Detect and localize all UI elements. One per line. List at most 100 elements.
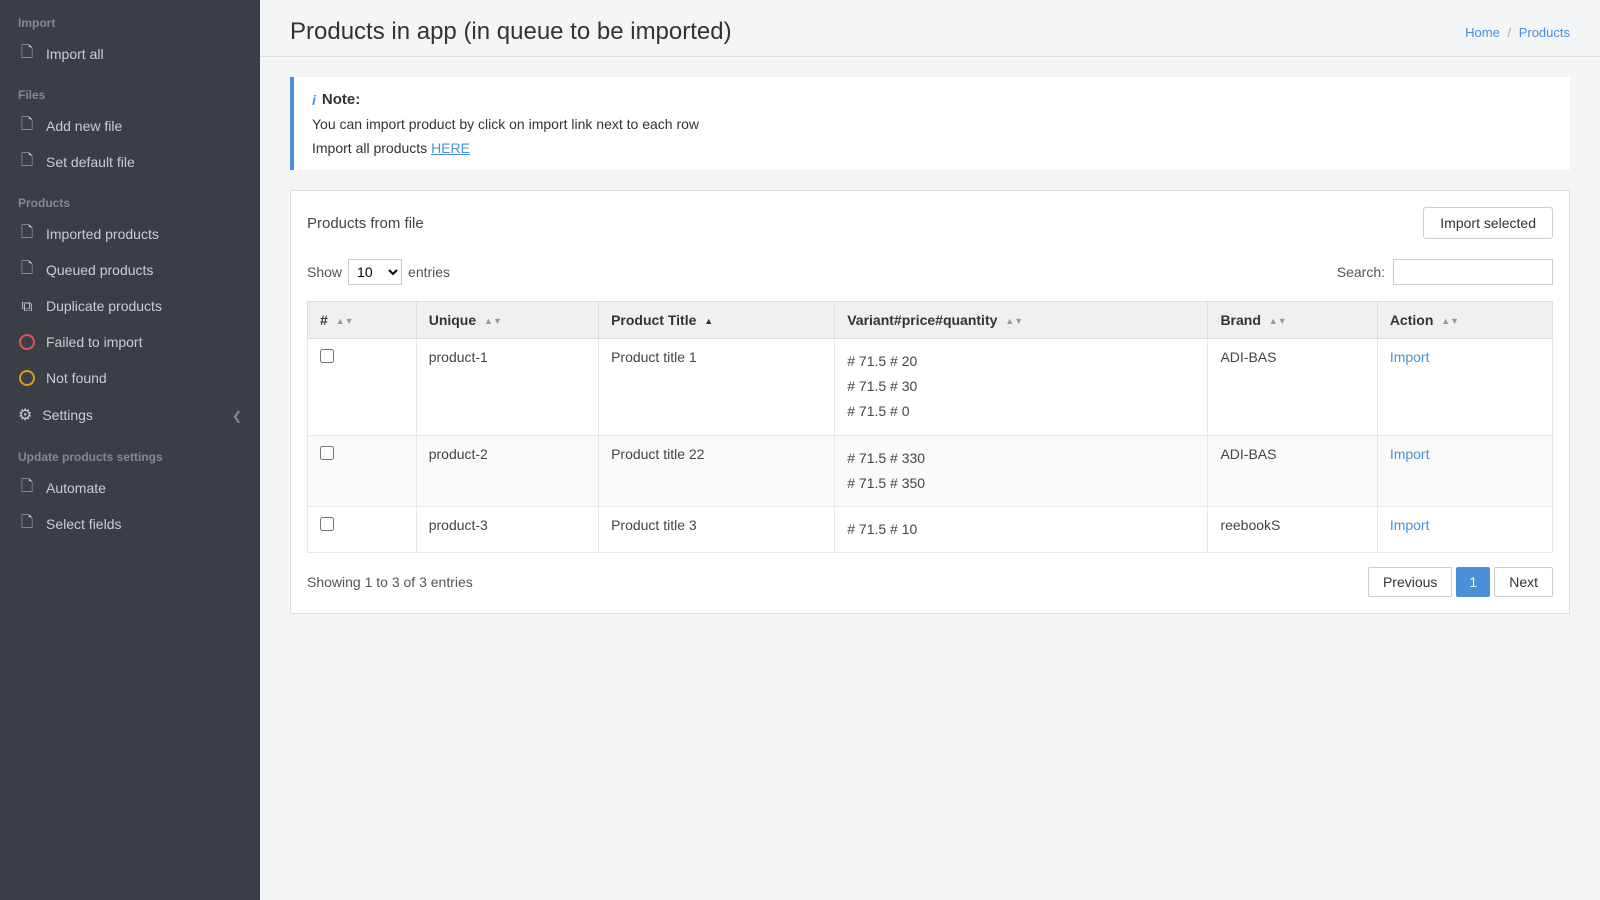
- col-brand: Brand ▲▼: [1208, 302, 1377, 339]
- gear-icon: [18, 405, 32, 425]
- table-row: product-2Product title 22# 71.5 # 330# 7…: [308, 435, 1553, 506]
- row-unique: product-2: [416, 435, 598, 506]
- breadcrumb-home[interactable]: Home: [1465, 25, 1500, 40]
- row-unique: product-3: [416, 506, 598, 552]
- note-line2: Import all products HERE: [312, 140, 1552, 156]
- page-header: Products in app (in queue to be imported…: [260, 0, 1600, 57]
- row-checkbox-cell: [308, 435, 417, 506]
- doc-icon: [18, 261, 36, 279]
- show-entries: Show 10 25 50 100 entries: [307, 259, 450, 285]
- col-unique: Unique ▲▼: [416, 302, 598, 339]
- sidebar-item-settings[interactable]: Settings: [0, 396, 260, 434]
- doc-icon: [18, 117, 36, 135]
- breadcrumb-separator: /: [1507, 25, 1511, 40]
- current-page[interactable]: 1: [1456, 567, 1490, 597]
- row-brand: ADI-BAS: [1208, 339, 1377, 436]
- note-box: i Note: You can import product by click …: [290, 77, 1570, 170]
- breadcrumb: Home / Products: [1465, 25, 1570, 40]
- sidebar-section-import: Import: [0, 0, 260, 36]
- sort-icon-variant[interactable]: ▲▼: [1005, 317, 1023, 326]
- breadcrumb-products[interactable]: Products: [1519, 25, 1570, 40]
- info-icon: i: [312, 92, 316, 108]
- sidebar-item-queued-products-label: Queued products: [46, 262, 153, 278]
- row-variant: # 71.5 # 20# 71.5 # 30# 71.5 # 0: [835, 339, 1208, 436]
- sidebar-item-select-fields[interactable]: Select fields: [0, 506, 260, 542]
- sidebar-item-set-default-file-label: Set default file: [46, 154, 135, 170]
- note-line2-prefix: Import all products: [312, 140, 431, 156]
- row-variant: # 71.5 # 330# 71.5 # 350: [835, 435, 1208, 506]
- import-link[interactable]: Import: [1390, 446, 1430, 462]
- sidebar-item-duplicate-products-label: Duplicate products: [46, 298, 162, 314]
- table-footer: Showing 1 to 3 of 3 entries Previous 1 N…: [307, 567, 1553, 597]
- entries-label: entries: [408, 264, 450, 280]
- col-variant: Variant#price#quantity ▲▼: [835, 302, 1208, 339]
- row-checkbox-cell: [308, 339, 417, 436]
- sort-icon-product-title[interactable]: ▲: [704, 317, 713, 326]
- sidebar-item-not-found-label: Not found: [46, 370, 107, 386]
- row-checkbox[interactable]: [320, 517, 334, 531]
- sidebar-item-select-fields-label: Select fields: [46, 516, 121, 532]
- sidebar-item-failed-to-import[interactable]: Failed to import: [0, 324, 260, 360]
- products-section-header: Products from file Import selected: [307, 207, 1553, 239]
- page-title: Products in app (in queue to be imported…: [290, 18, 732, 46]
- note-here-link[interactable]: HERE: [431, 140, 470, 156]
- doc-copy-icon: ⧉: [18, 297, 36, 315]
- sidebar-item-imported-products-label: Imported products: [46, 226, 159, 242]
- main-content: Products in app (in queue to be imported…: [260, 0, 1600, 900]
- table-body: product-1Product title 1# 71.5 # 20# 71.…: [308, 339, 1553, 553]
- table-row: product-1Product title 1# 71.5 # 20# 71.…: [308, 339, 1553, 436]
- previous-button[interactable]: Previous: [1368, 567, 1452, 597]
- row-variant: # 71.5 # 10: [835, 506, 1208, 552]
- col-product-title: Product Title ▲: [599, 302, 835, 339]
- table-header: # ▲▼ Unique ▲▼ Product Title ▲ Variant: [308, 302, 1553, 339]
- sidebar-item-set-default-file[interactable]: Set default file: [0, 144, 260, 180]
- row-product-title: Product title 22: [599, 435, 835, 506]
- search-input[interactable]: [1393, 259, 1553, 285]
- doc-icon: [18, 45, 36, 63]
- col-action: Action ▲▼: [1377, 302, 1552, 339]
- pagination: Previous 1 Next: [1368, 567, 1553, 597]
- sidebar-item-import-all[interactable]: Import all: [0, 36, 260, 72]
- sidebar-item-automate-label: Automate: [46, 480, 106, 496]
- show-label: Show: [307, 264, 342, 280]
- row-product-title: Product title 1: [599, 339, 835, 436]
- note-line1: You can import product by click on impor…: [312, 116, 1552, 132]
- row-product-title: Product title 3: [599, 506, 835, 552]
- sidebar-item-settings-label: Settings: [42, 407, 93, 423]
- sidebar-item-automate[interactable]: Automate: [0, 470, 260, 506]
- search-label: Search:: [1337, 264, 1385, 280]
- col-num: # ▲▼: [308, 302, 417, 339]
- sidebar-item-failed-to-import-label: Failed to import: [46, 334, 142, 350]
- products-table: # ▲▼ Unique ▲▼ Product Title ▲ Variant: [307, 301, 1553, 553]
- sidebar-item-not-found[interactable]: Not found: [0, 360, 260, 396]
- sidebar: Import Import all Files Add new file Set…: [0, 0, 260, 900]
- sidebar-item-imported-products[interactable]: Imported products: [0, 216, 260, 252]
- sidebar-item-add-new-file[interactable]: Add new file: [0, 108, 260, 144]
- import-selected-button[interactable]: Import selected: [1423, 207, 1553, 239]
- products-section-title: Products from file: [307, 215, 424, 232]
- row-brand: reebookS: [1208, 506, 1377, 552]
- sidebar-section-products: Products: [0, 180, 260, 216]
- sidebar-item-add-new-file-label: Add new file: [46, 118, 122, 134]
- row-checkbox[interactable]: [320, 349, 334, 363]
- row-checkbox-cell: [308, 506, 417, 552]
- sort-icon-brand[interactable]: ▲▼: [1269, 317, 1287, 326]
- circle-red-icon: [18, 333, 36, 351]
- note-title: i Note:: [312, 91, 1552, 108]
- row-checkbox[interactable]: [320, 446, 334, 460]
- import-link[interactable]: Import: [1390, 349, 1430, 365]
- sort-icon-num[interactable]: ▲▼: [336, 317, 354, 326]
- sort-icon-action[interactable]: ▲▼: [1441, 317, 1459, 326]
- entries-select[interactable]: 10 25 50 100: [348, 259, 402, 285]
- search-area: Search:: [1337, 259, 1553, 285]
- row-action: Import: [1377, 506, 1552, 552]
- products-section: Products from file Import selected Show …: [290, 190, 1570, 614]
- sidebar-item-import-all-label: Import all: [46, 46, 104, 62]
- row-action: Import: [1377, 435, 1552, 506]
- doc-icon: [18, 225, 36, 243]
- next-button[interactable]: Next: [1494, 567, 1553, 597]
- sidebar-item-queued-products[interactable]: Queued products: [0, 252, 260, 288]
- import-link[interactable]: Import: [1390, 517, 1430, 533]
- sidebar-item-duplicate-products[interactable]: ⧉ Duplicate products: [0, 288, 260, 324]
- sort-icon-unique[interactable]: ▲▼: [484, 317, 502, 326]
